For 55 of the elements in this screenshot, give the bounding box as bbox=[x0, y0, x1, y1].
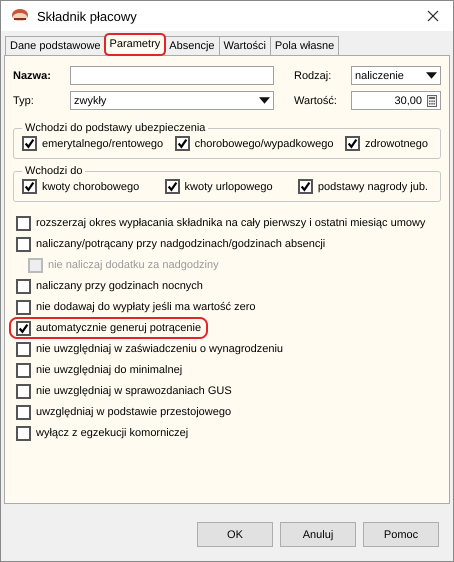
app-logo-icon bbox=[11, 8, 29, 24]
checkbox-option[interactable]: kwoty urlopowego bbox=[164, 179, 273, 194]
checkbox-option[interactable]: uwzględniaj w podstawie przestojowego bbox=[16, 404, 236, 420]
checkbox[interactable] bbox=[16, 404, 31, 420]
checkbox[interactable] bbox=[16, 342, 31, 356]
window-title: Składnik płacowy bbox=[37, 8, 138, 24]
dialog-button[interactable]: Pomoc bbox=[363, 522, 439, 547]
checkbox-option[interactable]: emerytalnego/rentowego bbox=[22, 136, 164, 151]
field-label: Wartość: bbox=[293, 94, 338, 106]
checkbox[interactable] bbox=[345, 136, 360, 151]
type-dropdown[interactable]: zwykły bbox=[70, 91, 274, 110]
checkbox-option[interactable]: nie uwzględniaj w zaświadczeniu o wynagrodzeniu bbox=[16, 341, 288, 357]
tab[interactable]: Parametry bbox=[104, 34, 166, 55]
tab[interactable]: Dane podstawowe bbox=[5, 36, 106, 55]
checkbox[interactable] bbox=[22, 179, 37, 194]
dialog-button[interactable]: Anuluj bbox=[280, 522, 356, 547]
checkbox-option[interactable]: naliczany/potrącany przy nadgodzinach/godzinach absencji bbox=[16, 236, 330, 252]
checkbox[interactable] bbox=[16, 362, 31, 378]
checkbox[interactable] bbox=[22, 136, 37, 151]
checkbox[interactable] bbox=[16, 216, 31, 230]
checkbox-option[interactable]: nie uwzględniaj w sprawozdaniach GUS bbox=[16, 383, 236, 399]
field-label: Nazwa: bbox=[13, 70, 52, 82]
name-input-field[interactable] bbox=[70, 66, 274, 85]
checkbox[interactable] bbox=[298, 179, 313, 194]
checkbox-option[interactable]: wyłącz z egzekucji komorniczej bbox=[16, 425, 192, 441]
checkbox[interactable] bbox=[174, 136, 190, 151]
checkbox-option[interactable]: chorobowego/wypadkowego bbox=[174, 136, 334, 151]
calculator-icon[interactable] bbox=[427, 94, 437, 106]
checkbox[interactable] bbox=[16, 426, 31, 440]
tab[interactable]: Pola własne bbox=[270, 36, 340, 55]
checkbox[interactable] bbox=[164, 179, 180, 194]
field-label: Typ: bbox=[13, 94, 35, 106]
checkbox[interactable] bbox=[16, 278, 31, 294]
field-label: Rodzaj: bbox=[293, 70, 332, 82]
checkbox[interactable] bbox=[16, 300, 31, 314]
amount-input-field[interactable]: 30,00 bbox=[351, 91, 441, 110]
tab[interactable]: Absencje bbox=[164, 36, 220, 55]
group-title: Wchodzi do bbox=[24, 165, 84, 177]
kind-dropdown[interactable]: naliczenie bbox=[351, 66, 441, 85]
checkbox-option[interactable]: podstawy nagrody jub. bbox=[298, 179, 428, 194]
checkbox-option[interactable]: zdrowotnego bbox=[345, 136, 428, 151]
caret-icon bbox=[259, 97, 270, 104]
checkbox-option[interactable]: kwoty chorobowego bbox=[22, 179, 140, 194]
checkbox-option[interactable]: automatycznie generuj potrącenie bbox=[12, 320, 206, 336]
dialog-button[interactable]: OK bbox=[197, 522, 273, 547]
group-title: Wchodzi do podstawy ubezpieczenia bbox=[24, 122, 206, 134]
checkbox[interactable] bbox=[16, 236, 31, 252]
caret-icon bbox=[426, 72, 437, 79]
close-icon[interactable] bbox=[427, 10, 439, 22]
checkbox-option[interactable]: naliczany przy godzinach nocnych bbox=[16, 278, 207, 294]
checkbox-option[interactable]: rozszerzaj okres wypłacania składnika na cały pierwszy i ostatni miesiąc umowy bbox=[16, 215, 430, 231]
checkbox-option[interactable]: nie dodawaj do wypłaty jeśli ma wartość zero bbox=[16, 299, 260, 315]
checkbox[interactable] bbox=[16, 384, 31, 398]
checkbox[interactable] bbox=[16, 320, 31, 336]
checkbox-option[interactable]: nie uwzględniaj do minimalnej bbox=[16, 362, 186, 378]
